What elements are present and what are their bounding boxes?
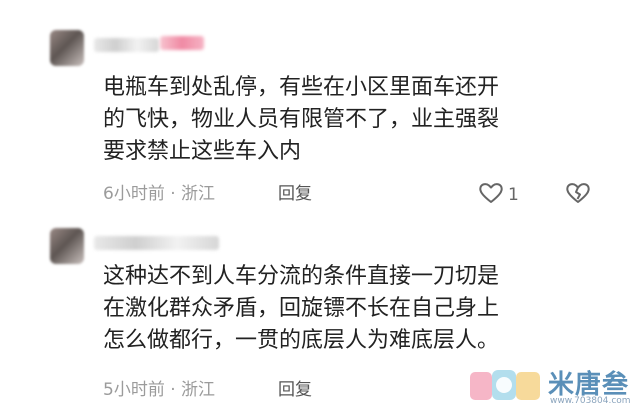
comment-meta: 5小时前 · 浙江 xyxy=(103,379,215,401)
comment-item: 电瓶车到处乱停，有些在小区里面车还开 的飞快，物业人员有限管不了，业主强裂 要求… xyxy=(0,0,640,214)
timestamp: 5小时前 xyxy=(103,380,165,400)
reply-button[interactable]: 回复 xyxy=(278,183,312,205)
like-button[interactable]: 1 xyxy=(478,181,519,209)
location: 浙江 xyxy=(181,380,216,400)
comment-meta: 6小时前 · 浙江 xyxy=(103,183,215,205)
meta-separator: · xyxy=(164,380,182,400)
comment-text: 这种达不到人车分流的条件直接一刀切是 在激化群众矛盾，回旋镖不长在自己身上 怎么… xyxy=(103,264,500,353)
dislike-button[interactable] xyxy=(565,181,591,209)
avatar[interactable] xyxy=(50,228,84,264)
heart-outline-icon xyxy=(478,181,504,209)
timestamp: 6小时前 xyxy=(103,184,165,204)
username[interactable] xyxy=(94,38,159,52)
broken-heart-icon xyxy=(565,183,591,209)
reply-button[interactable]: 回复 xyxy=(278,379,312,401)
location: 浙江 xyxy=(181,184,216,204)
watermark-logo-icon xyxy=(470,370,540,400)
like-count: 1 xyxy=(508,185,519,205)
username[interactable] xyxy=(94,236,219,250)
meta-separator: · xyxy=(164,184,182,204)
watermark-url: www.703804.com xyxy=(550,396,631,406)
watermark: 米唐叁 www.703804.com xyxy=(468,364,638,410)
user-badge xyxy=(160,36,204,50)
comment-text: 电瓶车到处乱停，有些在小区里面车还开 的飞快，物业人员有限管不了，业主强裂 要求… xyxy=(103,75,500,164)
avatar[interactable] xyxy=(50,30,84,66)
